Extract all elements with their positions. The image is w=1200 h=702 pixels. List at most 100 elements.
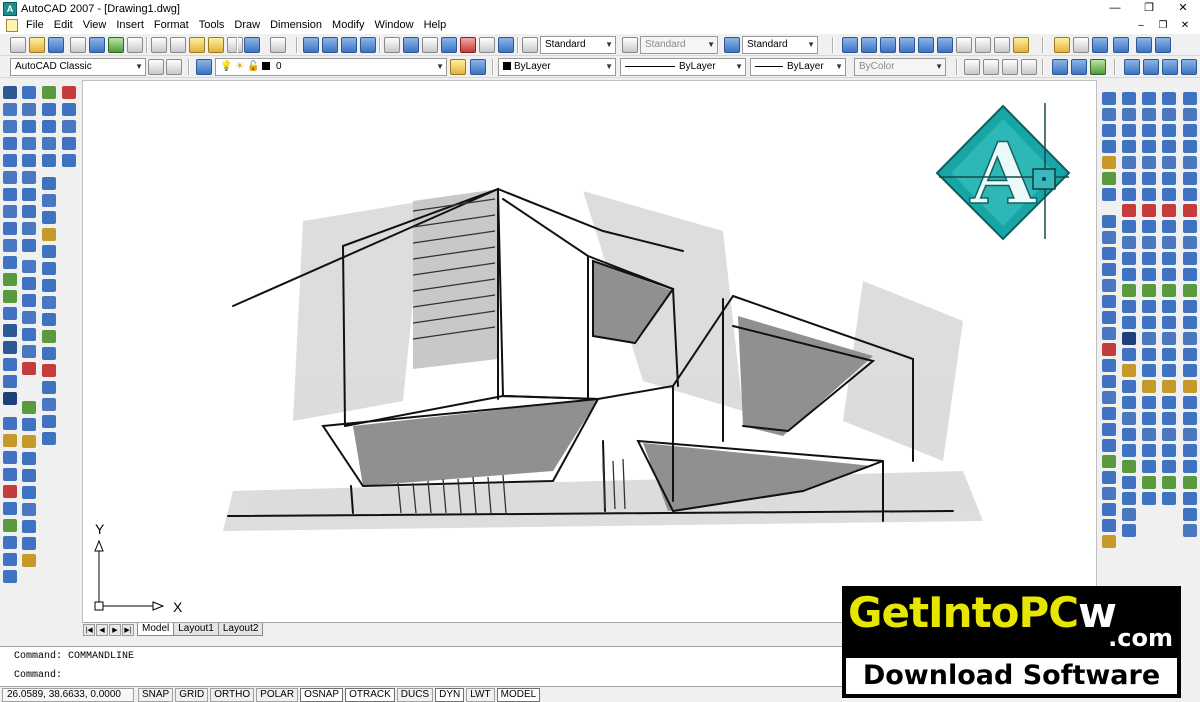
view-left-icon[interactable] xyxy=(880,37,896,53)
animation-icon[interactable] xyxy=(1142,476,1156,489)
view-se-iso-icon[interactable] xyxy=(975,37,991,53)
menu-file[interactable]: File xyxy=(22,17,50,34)
stretch-icon[interactable] xyxy=(22,222,36,235)
tool-palettes-icon[interactable] xyxy=(422,37,438,53)
distant-light-icon[interactable] xyxy=(1142,428,1156,441)
chamfer-icon[interactable] xyxy=(22,328,36,341)
edit-polyline2-icon[interactable] xyxy=(1162,220,1176,233)
command-prompt[interactable]: Command: xyxy=(14,670,62,681)
clean-icon[interactable] xyxy=(1102,503,1116,516)
close-button[interactable]: ✕ xyxy=(1166,0,1200,17)
ucs-icon[interactable] xyxy=(1054,37,1070,53)
dimension-jogged-icon[interactable] xyxy=(3,502,17,515)
edit-multiline-icon[interactable] xyxy=(22,452,36,465)
visual-style-manager-icon[interactable] xyxy=(1142,348,1156,361)
view-nw-iso-icon[interactable] xyxy=(1013,37,1029,53)
markup-set-icon[interactable] xyxy=(460,37,476,53)
polyline-icon[interactable] xyxy=(3,120,17,133)
ucs-object-icon[interactable] xyxy=(1136,37,1152,53)
gradient-icon[interactable] xyxy=(3,341,17,354)
rectangle-icon[interactable] xyxy=(3,154,17,167)
mirror-icon[interactable] xyxy=(22,120,36,133)
move-icon[interactable] xyxy=(22,171,36,184)
point-light-icon[interactable] xyxy=(1142,396,1156,409)
viewport-polygon-icon[interactable] xyxy=(1002,59,1018,75)
list-icon[interactable] xyxy=(62,137,76,150)
rotate-faces-icon[interactable] xyxy=(1122,156,1136,169)
command-scrollbar[interactable] xyxy=(1181,586,1200,698)
menu-help[interactable]: Help xyxy=(420,17,453,34)
3d-align-icon[interactable] xyxy=(1183,412,1197,425)
dimension-edit-icon[interactable] xyxy=(42,154,56,167)
block-editor-icon[interactable] xyxy=(227,37,243,53)
plot-style-select[interactable]: ByColor ▼ xyxy=(854,58,946,76)
lights-icon[interactable] xyxy=(1142,124,1156,137)
arc-icon[interactable] xyxy=(3,171,17,184)
minimize-button[interactable]: — xyxy=(1098,0,1132,17)
jogged-linear-icon[interactable] xyxy=(1162,476,1176,489)
camera-icon[interactable] xyxy=(1142,444,1156,457)
color-faces-icon[interactable] xyxy=(1122,204,1136,217)
extrude-tool-icon[interactable] xyxy=(1183,252,1197,265)
ucs-previous-icon[interactable] xyxy=(1092,37,1108,53)
ucs-x-icon[interactable] xyxy=(1143,59,1159,75)
dimension-angular-icon[interactable] xyxy=(3,536,17,549)
doc-restore-button[interactable]: ❐ xyxy=(1152,17,1174,34)
revolve-tool-icon[interactable] xyxy=(1183,300,1197,313)
3d-orbit-icon[interactable] xyxy=(1071,59,1087,75)
zoom-extents-icon[interactable] xyxy=(42,313,56,326)
view-top-icon[interactable] xyxy=(842,37,858,53)
coordinates-display[interactable]: 26.0589, 38.6633, 0.0000 xyxy=(2,687,134,702)
lwt-toggle[interactable]: LWT xyxy=(466,687,495,702)
viewport-single-icon[interactable] xyxy=(983,59,999,75)
properties-icon[interactable] xyxy=(384,37,400,53)
region-mass-icon[interactable] xyxy=(62,120,76,133)
zoom-previous-tool-icon[interactable] xyxy=(42,381,56,394)
zoom-window-icon[interactable] xyxy=(341,37,357,53)
dimension-baseline-icon[interactable] xyxy=(3,570,17,583)
bring-above-icon[interactable] xyxy=(1162,140,1176,153)
menu-tools[interactable]: Tools xyxy=(195,17,231,34)
new-icon[interactable] xyxy=(10,37,26,53)
menu-view[interactable]: View xyxy=(79,17,113,34)
next-tab-button[interactable]: ▶ xyxy=(109,623,121,636)
cylinder-tool-icon[interactable] xyxy=(1183,172,1197,185)
edit-hatch-icon[interactable] xyxy=(22,435,36,448)
snap-toggle[interactable]: SNAP xyxy=(138,687,174,702)
3d-hidden-icon[interactable] xyxy=(1142,300,1156,313)
pan-realtime-icon[interactable] xyxy=(303,37,319,53)
ucs-view-icon[interactable] xyxy=(1155,37,1171,53)
thicken-tool-icon[interactable] xyxy=(1183,508,1197,521)
dim-text-edit-icon[interactable] xyxy=(1162,348,1176,361)
edit-dimension-icon[interactable] xyxy=(22,554,36,567)
3d-scale-icon[interactable] xyxy=(1183,476,1197,489)
line-tool-icon[interactable] xyxy=(3,86,17,99)
zoom-dynamic-icon[interactable] xyxy=(42,194,56,207)
send-to-back-icon[interactable] xyxy=(1162,124,1176,137)
zoom-window2-icon[interactable] xyxy=(42,415,56,428)
view-back-icon[interactable] xyxy=(937,37,953,53)
last-tab-button[interactable]: ▶| xyxy=(122,623,134,636)
dimension-style-icon[interactable] xyxy=(622,37,638,53)
3d-walk-icon[interactable] xyxy=(1090,59,1106,75)
intersect-icon[interactable] xyxy=(1102,343,1116,356)
sphere-icon[interactable] xyxy=(1102,140,1116,153)
layer-select[interactable]: 💡 ☀ 🔓 0 ▼ xyxy=(215,58,447,76)
grid-toggle[interactable]: GRID xyxy=(175,687,209,702)
3d-orbit-tool-icon[interactable] xyxy=(42,330,56,343)
trim-icon[interactable] xyxy=(22,239,36,252)
shell-icon[interactable] xyxy=(1102,471,1116,484)
polysolid-tool-icon[interactable] xyxy=(1183,92,1197,105)
3d-dwf-icon[interactable] xyxy=(127,37,143,53)
sweep-tool-icon[interactable] xyxy=(1183,284,1197,297)
view-bottom-icon[interactable] xyxy=(861,37,877,53)
move-faces-icon[interactable] xyxy=(1122,108,1136,121)
edit-spline2-icon[interactable] xyxy=(1162,236,1176,249)
dim-style-icon[interactable] xyxy=(1162,380,1176,393)
view-sw-iso-icon[interactable] xyxy=(956,37,972,53)
command-window[interactable]: Command: COMMANDLINE Command: xyxy=(0,646,842,686)
polygon-icon[interactable] xyxy=(3,137,17,150)
check-body-icon[interactable] xyxy=(1122,316,1136,329)
copy-object-icon[interactable] xyxy=(22,103,36,116)
menu-window[interactable]: Window xyxy=(370,17,419,34)
